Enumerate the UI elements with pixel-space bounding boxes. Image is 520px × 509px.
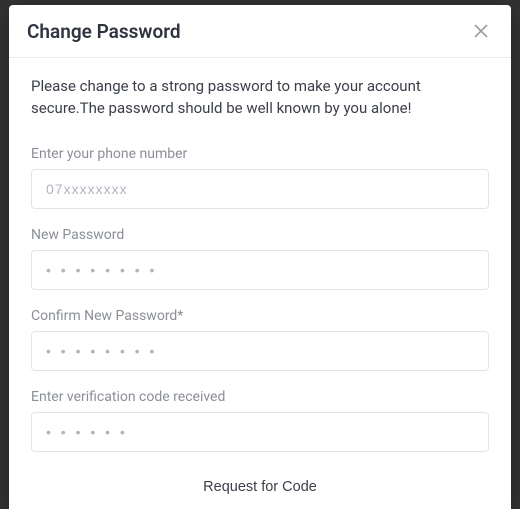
request-code-wrap: Request for Code (31, 470, 489, 497)
verification-label: Enter verification code received (31, 389, 489, 405)
change-password-modal: Change Password Please change to a stron… (9, 5, 511, 509)
close-button[interactable] (469, 19, 493, 43)
new-password-field-group: New Password (31, 227, 489, 290)
phone-field-group: Enter your phone number (31, 146, 489, 209)
confirm-password-field-group: Confirm New Password* (31, 308, 489, 371)
request-code-link[interactable]: Request for Code (203, 479, 317, 495)
phone-label: Enter your phone number (31, 146, 489, 162)
verification-input[interactable] (31, 412, 489, 452)
modal-header: Change Password (9, 5, 511, 58)
modal-title: Change Password (27, 20, 181, 43)
intro-text: Please change to a strong password to ma… (31, 76, 489, 120)
new-password-label: New Password (31, 227, 489, 243)
confirm-password-label: Confirm New Password* (31, 308, 489, 324)
phone-input[interactable] (31, 169, 489, 209)
modal-body: Please change to a strong password to ma… (9, 58, 511, 509)
close-icon (473, 23, 489, 39)
verification-field-group: Enter verification code received (31, 389, 489, 452)
new-password-input[interactable] (31, 250, 489, 290)
confirm-password-input[interactable] (31, 331, 489, 371)
